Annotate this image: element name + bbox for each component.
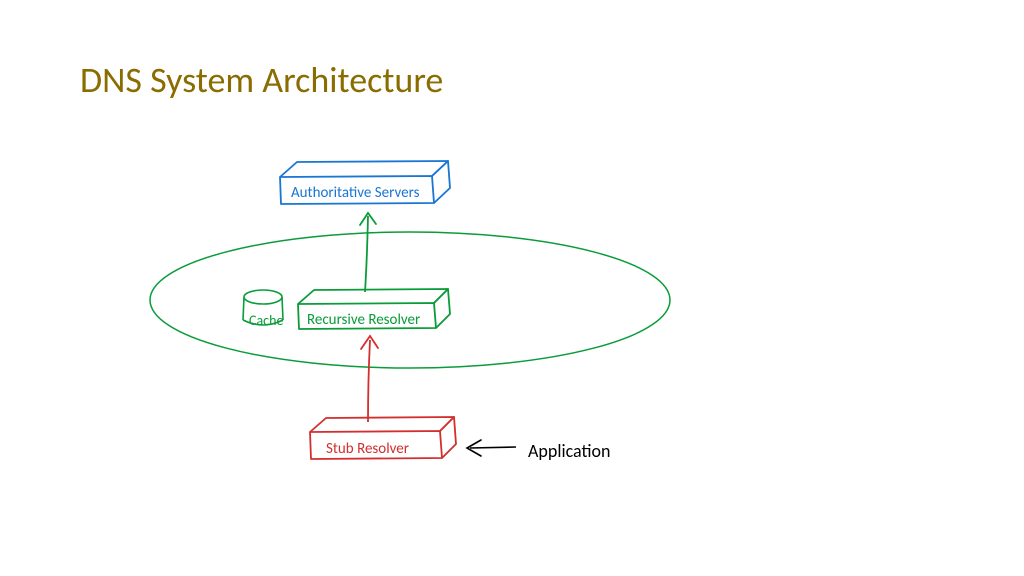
application-label: Application xyxy=(528,440,611,462)
recursive-resolver-label: Recursive Resolver xyxy=(307,311,420,329)
slide-title: DNS System Architecture xyxy=(80,58,443,102)
stub-resolver-label: Stub Resolver xyxy=(326,440,409,458)
cache-label: Cache xyxy=(249,312,283,329)
authoritative-servers-label: Authoritative Servers xyxy=(291,184,419,202)
